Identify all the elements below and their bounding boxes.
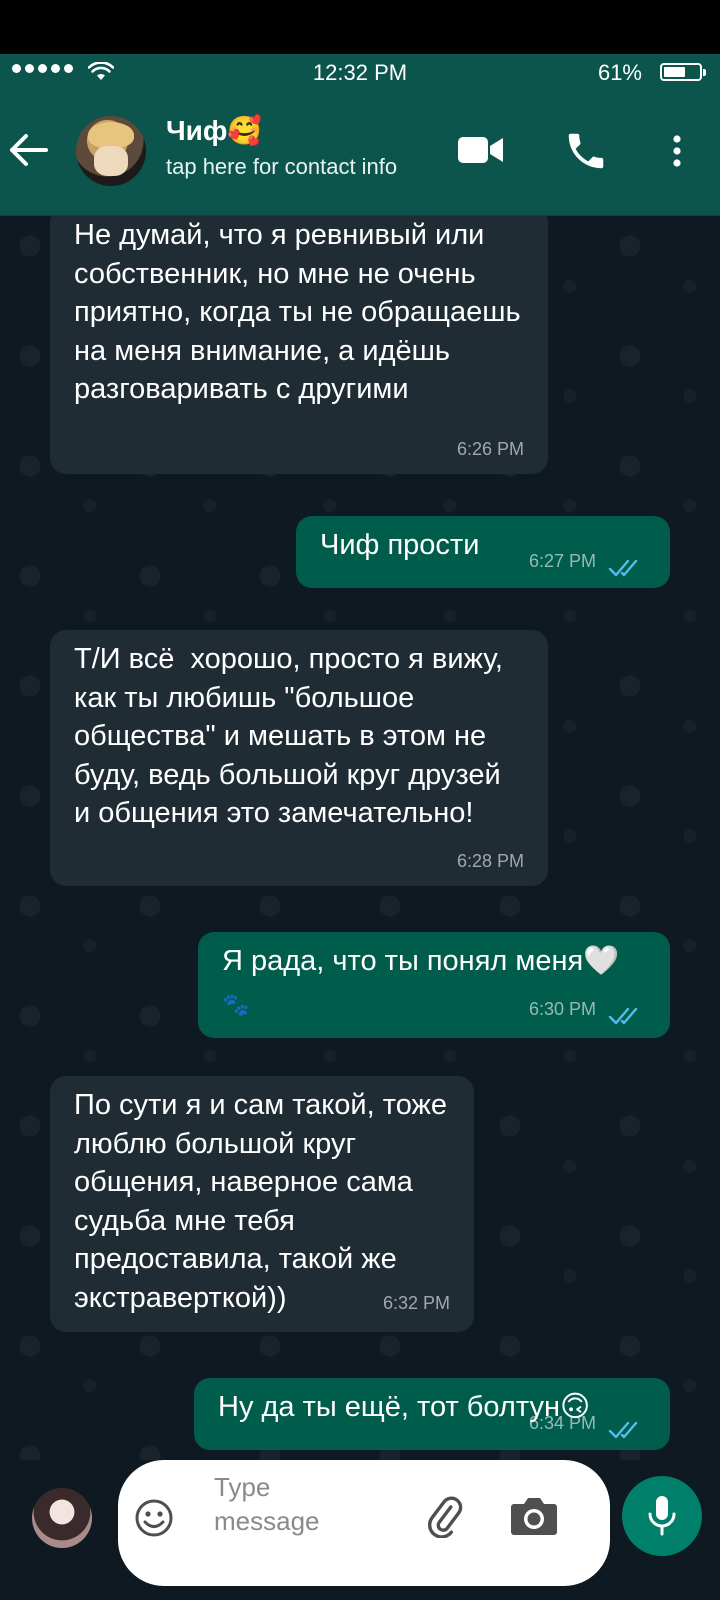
paw-emoji: 🐾	[222, 992, 250, 1017]
read-ticks-icon	[608, 1007, 638, 1025]
contact-info-hint[interactable]: tap here for contact info	[166, 154, 416, 194]
chat-header: Чиф🥰 tap here for contact info	[0, 90, 720, 216]
message-input-bar: Type message	[0, 1460, 720, 1600]
camera-icon[interactable]	[510, 1494, 558, 1536]
message-text: Чиф прости	[320, 529, 480, 561]
chat-area[interactable]: Не думай, что я ревнивый или собственник…	[0, 216, 720, 1460]
message-time: 6:30 PM	[528, 998, 596, 1019]
mic-icon	[648, 1496, 676, 1536]
contact-avatar[interactable]	[76, 116, 146, 186]
mic-button[interactable]	[622, 1476, 702, 1556]
message-time: 6:26 PM	[456, 438, 524, 459]
contact-name[interactable]: Чиф🥰	[166, 114, 262, 147]
message-text: По сути я и сам такой, тоже люблю большо…	[74, 1089, 456, 1314]
battery-icon	[660, 63, 706, 81]
message-outgoing[interactable]: Ну да ты ещё, тот болтун🙃 6:34 PM	[194, 1378, 670, 1450]
message-placeholder: Type message	[214, 1472, 320, 1536]
message-outgoing[interactable]: Я рада, что ты понял меня🤍 🐾 6:30 PM	[198, 932, 670, 1038]
phone-icon[interactable]	[563, 128, 609, 174]
video-call-icon[interactable]	[458, 135, 504, 165]
message-incoming[interactable]: Т/И всё хорошо, просто я вижу, как ты лю…	[50, 630, 548, 886]
paperclip-icon[interactable]	[422, 1494, 466, 1538]
more-vert-icon[interactable]	[670, 134, 684, 168]
back-arrow-icon[interactable]	[6, 128, 50, 172]
emoji-icon[interactable]	[134, 1498, 174, 1538]
battery-percent: 61%	[597, 60, 642, 85]
message-text: Не думай, что я ревнивый или собственник…	[74, 219, 529, 405]
message-time: 6:27 PM	[528, 550, 596, 571]
read-ticks-icon	[608, 559, 638, 577]
top-black-bar	[0, 0, 720, 54]
message-time: 6:28 PM	[456, 850, 524, 871]
message-input[interactable]: Type message	[118, 1460, 610, 1586]
read-ticks-icon	[608, 1421, 638, 1439]
my-avatar[interactable]	[32, 1488, 92, 1548]
message-incoming[interactable]: Не думай, что я ревнивый или собственник…	[50, 216, 548, 474]
status-bar: 12:32 PM 61%	[0, 54, 720, 90]
message-text: Я рада, что ты понял меня🤍	[222, 945, 620, 977]
message-time: 6:34 PM	[528, 1412, 596, 1433]
message-outgoing[interactable]: Чиф прости 6:27 PM	[296, 516, 670, 588]
message-text: Т/И всё хорошо, просто я вижу, как ты лю…	[74, 643, 511, 829]
message-time: 6:32 PM	[382, 1292, 450, 1313]
message-incoming[interactable]: По сути я и сам такой, тоже люблю большо…	[50, 1076, 474, 1332]
